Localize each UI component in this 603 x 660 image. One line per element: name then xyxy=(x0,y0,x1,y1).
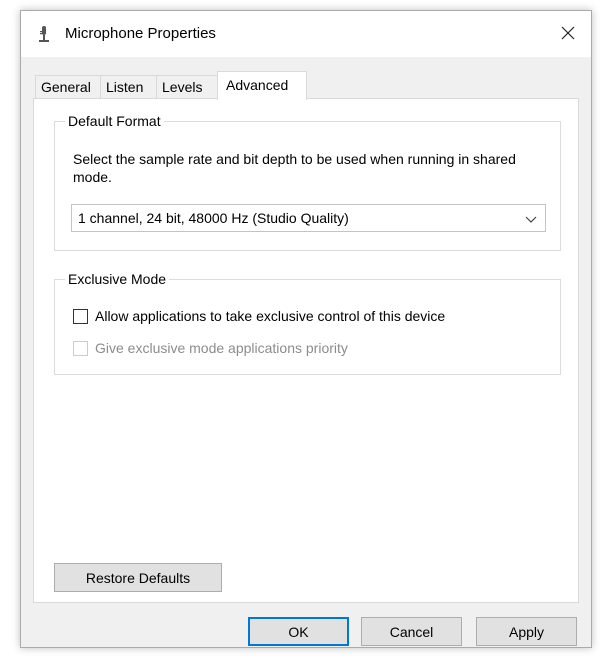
exclusive-mode-group: Exclusive Mode Allow applications to tak… xyxy=(54,270,561,375)
exclusive-mode-label: Exclusive Mode xyxy=(65,270,170,288)
microphone-icon xyxy=(37,25,51,45)
default-format-description: Select the sample rate and bit depth to … xyxy=(73,151,516,185)
chevron-down-icon xyxy=(525,212,537,224)
microphone-properties-dialog: Microphone Properties General Listen Lev… xyxy=(20,10,592,648)
close-icon xyxy=(561,26,575,43)
tab-general[interactable]: General xyxy=(35,75,101,99)
allow-exclusive-label: Allow applications to take exclusive con… xyxy=(95,308,446,324)
cancel-button[interactable]: Cancel xyxy=(361,617,462,646)
ok-button[interactable]: OK xyxy=(248,617,349,646)
sample-rate-select[interactable]: 1 channel, 24 bit, 48000 Hz (Studio Qual… xyxy=(71,204,546,232)
priority-checkbox xyxy=(73,340,88,356)
title-bar[interactable]: Microphone Properties xyxy=(21,11,591,57)
allow-exclusive-row[interactable]: Allow applications to take exclusive con… xyxy=(73,308,445,324)
apply-button[interactable]: Apply xyxy=(476,617,577,646)
restore-defaults-button[interactable]: Restore Defaults xyxy=(54,563,222,592)
default-format-group: Default Format Select the sample rate an… xyxy=(54,112,561,251)
tab-advanced[interactable]: Advanced xyxy=(217,71,307,100)
tab-listen[interactable]: Listen xyxy=(100,75,157,99)
advanced-tab-panel: Default Format Select the sample rate an… xyxy=(33,98,579,603)
selected-format-value: 1 channel, 24 bit, 48000 Hz (Studio Qual… xyxy=(78,210,349,226)
default-format-label: Default Format xyxy=(65,112,164,130)
allow-exclusive-checkbox[interactable] xyxy=(73,308,88,324)
window-title: Microphone Properties xyxy=(65,25,216,42)
tab-levels[interactable]: Levels xyxy=(156,75,218,99)
priority-row: Give exclusive mode applications priorit… xyxy=(73,340,348,356)
priority-label: Give exclusive mode applications priorit… xyxy=(95,340,348,356)
close-button[interactable] xyxy=(545,11,591,57)
